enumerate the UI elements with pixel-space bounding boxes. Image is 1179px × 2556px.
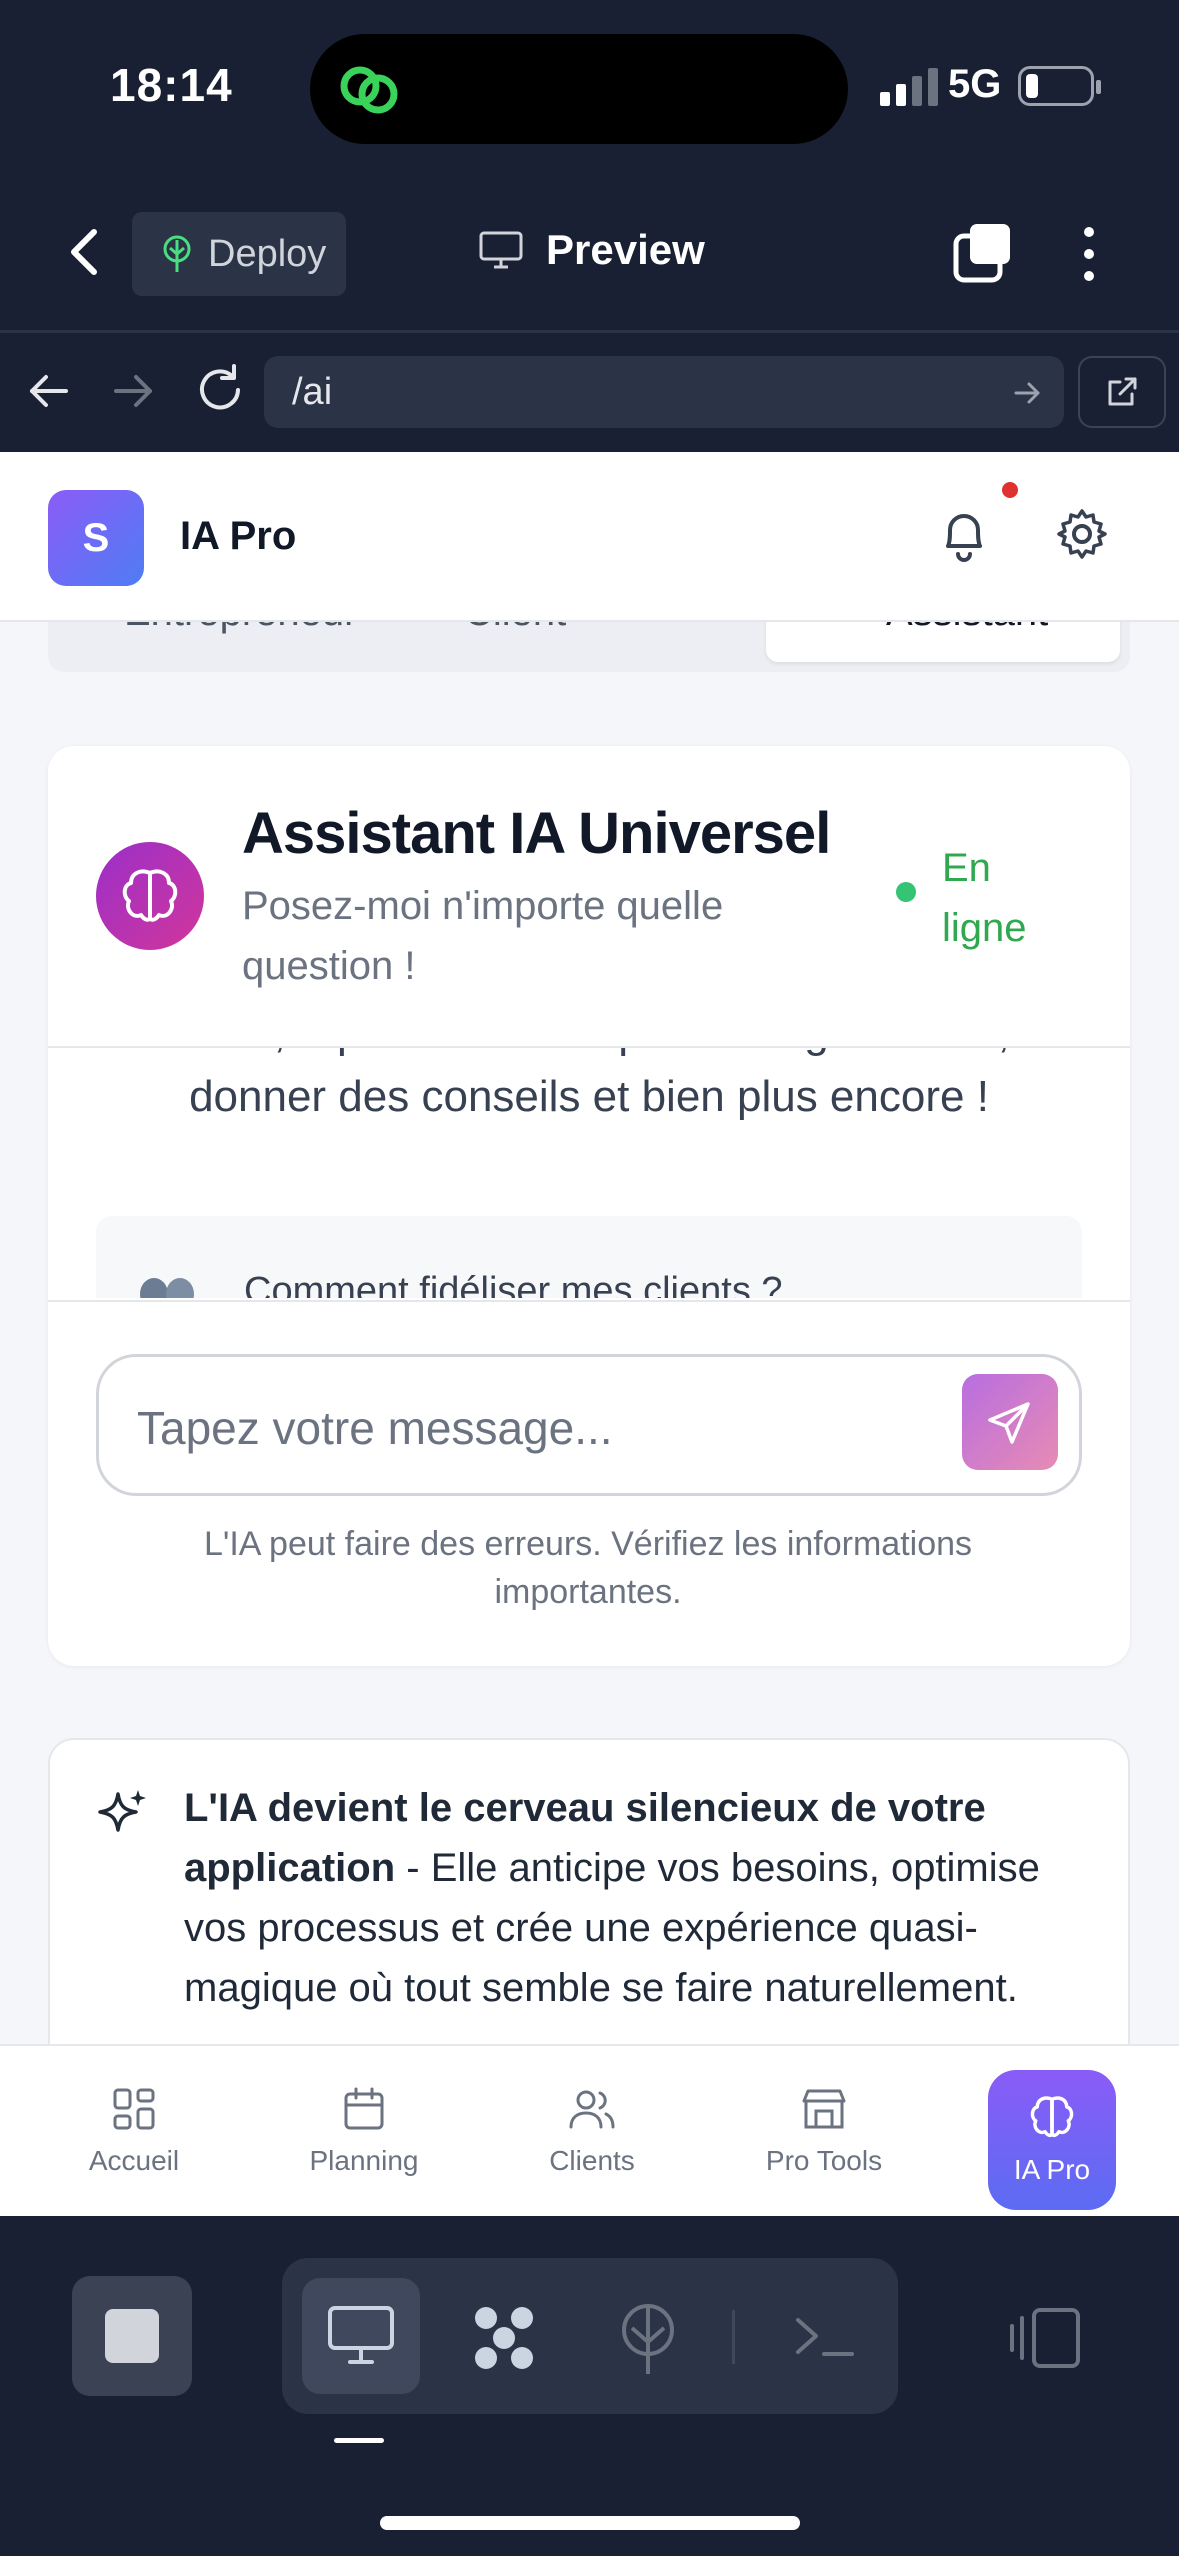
modules-icon[interactable]: [464, 2298, 544, 2378]
online-indicator: [896, 882, 916, 902]
reload-icon[interactable]: [190, 360, 250, 420]
online-status: En ligne: [942, 846, 1027, 950]
signal-icon: [880, 68, 938, 106]
nav-item-accueil[interactable]: Accueil: [34, 2046, 234, 2216]
brain-icon: [1030, 2096, 1074, 2138]
bell-icon[interactable]: [936, 504, 992, 566]
chat-title: Assistant IA Universel: [242, 801, 831, 866]
status-time: 18:14: [110, 59, 233, 111]
go-arrow-icon[interactable]: [1012, 378, 1042, 408]
nav-item-clients[interactable]: Clients: [492, 2046, 692, 2216]
message-area: salon, répondre à vos questions générale…: [48, 1048, 1130, 1298]
message-input[interactable]: Tapez votre message...: [96, 1354, 1082, 1496]
nav-label-accueil: Accueil: [88, 2145, 180, 2176]
url-bar[interactable]: /ai: [264, 356, 1064, 428]
tabs-icon[interactable]: [952, 222, 1014, 284]
grid-icon: [113, 2088, 155, 2130]
url-text: /ai: [292, 370, 333, 413]
nav-label-pro-tools: Pro Tools: [765, 2145, 883, 2176]
nav-item-planning[interactable]: Planning: [264, 2046, 464, 2216]
dev-tools-separator: [732, 2310, 735, 2364]
message-text-cut: salon, répondre à vos questions générale…: [48, 1048, 1130, 1058]
nav-item-pro-tools[interactable]: Pro Tools: [724, 2046, 924, 2216]
nav-label-ia-pro: IA Pro: [1013, 2154, 1091, 2185]
preview-tab[interactable]: Preview: [478, 226, 705, 274]
deploy-tree-icon: [163, 235, 191, 272]
deploy-tree-icon[interactable]: [608, 2298, 688, 2378]
preview-label: Preview: [546, 226, 705, 273]
nav-label-planning: Planning: [309, 2145, 419, 2176]
suggestion-text: Comment fidéliser mes clients ?: [244, 1270, 783, 1298]
more-vertical-icon[interactable]: [1074, 224, 1104, 284]
deploy-button[interactable]: Deploy: [132, 212, 346, 296]
bottom-nav: Accueil Planning Clients Pro Tools IA Pr…: [0, 2044, 1179, 2216]
device-toggle-icon[interactable]: [1006, 2306, 1086, 2370]
battery-icon: [1018, 66, 1101, 106]
dev-tools-group: [282, 2258, 898, 2414]
network-type: 5G: [948, 62, 1002, 106]
app-title: IA Pro: [180, 514, 297, 558]
info-text: L'IA devient le cerveau silencieux de vo…: [184, 1778, 1084, 2018]
message-text: donner des conseils et bien plus encore …: [189, 1072, 989, 1121]
people-emoji-icon: [140, 1278, 194, 1298]
nav-label-clients: Clients: [549, 2145, 635, 2176]
external-link-icon: [1108, 377, 1137, 406]
open-external-button[interactable]: [1078, 356, 1166, 428]
toolbar-divider: [0, 330, 1179, 333]
chat-subtitle: Posez-moi n'importe quelle question !: [242, 884, 724, 988]
message-input-placeholder: Tapez votre message...: [137, 1402, 613, 1454]
nav-forward-icon[interactable]: [108, 366, 158, 416]
input-divider: [48, 1300, 1130, 1302]
back-chevron-icon[interactable]: [60, 222, 110, 282]
calendar-icon: [344, 2087, 384, 2130]
send-button[interactable]: [962, 1374, 1058, 1470]
store-icon: [802, 2089, 846, 2129]
suggestion-item[interactable]: Comment fidéliser mes clients ?: [96, 1216, 1082, 1298]
nav-item-ia-pro[interactable]: IA Pro: [988, 2070, 1116, 2210]
stop-icon: [105, 2309, 159, 2363]
nav-back-icon[interactable]: [24, 366, 74, 416]
monitor-icon: [328, 2306, 394, 2364]
app-header: S IA Pro: [0, 452, 1179, 622]
app-viewport: Entrepreneur Client Assistant S IA Pro A…: [0, 452, 1179, 2216]
users-icon: [569, 2090, 615, 2129]
monitor-icon: [479, 231, 523, 269]
gear-icon[interactable]: [1054, 506, 1110, 562]
terminal-icon[interactable]: [786, 2298, 866, 2378]
sparkles-icon: [98, 1790, 146, 1832]
deploy-label: Deploy: [208, 232, 327, 275]
chat-card: Assistant IA Universel Posez-moi n'impor…: [48, 746, 1130, 1666]
desktop-view-button[interactable]: [302, 2278, 420, 2394]
send-icon: [988, 1402, 1030, 1444]
avatar[interactable]: S: [48, 490, 144, 586]
active-tab-indicator: [334, 2438, 384, 2443]
stop-button[interactable]: [72, 2276, 192, 2396]
ai-disclaimer: L'IA peut faire des erreurs. Vérifiez le…: [203, 1525, 973, 1611]
link-rings-icon: [340, 66, 398, 114]
bot-avatar: [96, 842, 204, 950]
home-indicator[interactable]: [380, 2516, 800, 2530]
brain-icon: [122, 869, 178, 922]
notification-badge: [1002, 482, 1018, 498]
